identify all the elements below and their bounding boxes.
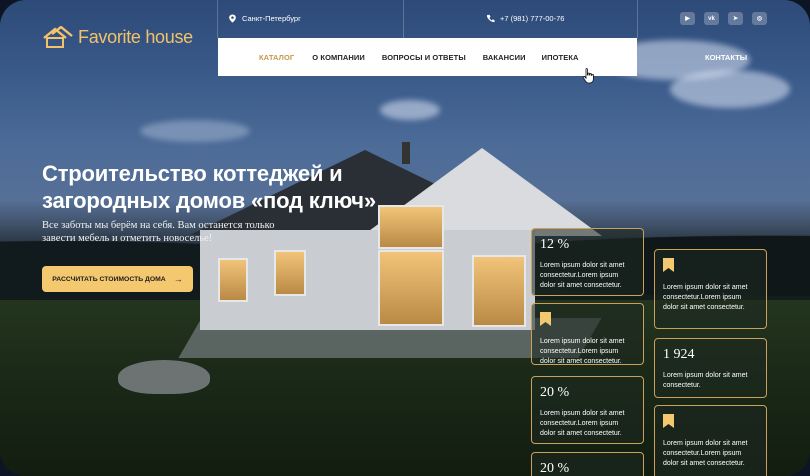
nav-item[interactable]: О компании [312, 53, 365, 62]
house-window [218, 258, 248, 302]
card-text: Lorem ipsum dolor sit amet consectetur. [663, 372, 748, 389]
bookmark-icon [540, 312, 551, 326]
vk-icon[interactable]: vk [704, 12, 719, 25]
feature-card: Lorem ipsum dolor sit amet consectetur.L… [531, 303, 644, 365]
bookmark-icon [663, 258, 674, 272]
feature-card: Lorem ipsum dolor sit amet consectetur.L… [654, 405, 767, 476]
feature-card: Lorem ipsum dolor sit amet consectetur.L… [654, 249, 767, 329]
garden-rock [118, 360, 210, 394]
house-window [472, 255, 526, 327]
house-window [378, 250, 444, 326]
stat-card: 1 924 Lorem ipsum dolor sit amet consecte… [654, 338, 767, 398]
nav-item[interactable]: Вопросы и ответы [382, 53, 466, 62]
card-text: Lorem ipsum dolor sit amet consectetur.L… [540, 262, 625, 289]
stat-value: 20 % [540, 461, 570, 476]
city-label: Санкт-Петербург [242, 14, 301, 23]
phone-icon [486, 14, 495, 23]
bookmark-icon [663, 414, 674, 428]
main-navigation: Каталог О компании Вопросы и ответы Ваканси… [218, 38, 637, 76]
location-pin-icon [229, 14, 236, 23]
card-text: Lorem ipsum dolor sit amet consectetur.L… [663, 284, 748, 311]
card-text: Lorem ipsum dolor sit amet consectetur.L… [663, 440, 748, 467]
phone-number: +7 (981) 777-00-76 [500, 14, 565, 23]
cloud [670, 70, 790, 108]
house-logo-icon [43, 26, 73, 48]
stat-value: 1 924 [663, 347, 695, 362]
hero-subtitle: Все заботы мы берём на себя. Вам останет… [42, 220, 275, 244]
brand-logo[interactable]: Favorite house [42, 26, 193, 48]
stat-value: 12 % [540, 237, 570, 252]
telegram-icon[interactable]: ➤ [728, 12, 743, 25]
landing-page: Favorite house Санкт-Петербург +7 (981) … [0, 0, 810, 476]
stat-card: 20 % Lorem ipsum dolor sit amet consectet… [531, 376, 644, 444]
instagram-icon[interactable]: ◎ [752, 12, 767, 25]
phone-link[interactable]: +7 (981) 777-00-76 [486, 14, 564, 23]
cta-label: Рассчитать стоимость дома [52, 275, 166, 283]
cloud [140, 120, 250, 142]
card-text: Lorem ipsum dolor sit amet consectetur.L… [540, 338, 625, 365]
chimney [402, 142, 410, 164]
youtube-icon[interactable]: ▶ [680, 12, 695, 25]
city-selector[interactable]: Санкт-Петербург [228, 14, 301, 23]
calculate-cost-button[interactable]: Рассчитать стоимость дома → [42, 266, 193, 292]
brand-name: Favorite house [78, 26, 193, 47]
house-window [274, 250, 306, 296]
stat-card: 20 % [531, 452, 644, 476]
nav-list: Каталог О компании Вопросы и ответы Ваканси… [218, 38, 637, 76]
nav-item[interactable]: Каталог [259, 53, 294, 62]
arrow-right-icon: → [173, 274, 183, 284]
mouse-cursor-icon [582, 68, 594, 84]
social-links: ▶ vk ➤ ◎ [680, 12, 767, 25]
header-divider [217, 0, 218, 38]
header-divider [637, 0, 638, 38]
hero-title: Строительство коттеджей и загородных дом… [42, 161, 376, 213]
contacts-link[interactable]: Контакты [705, 53, 747, 62]
nav-item[interactable]: Вакансии [483, 53, 526, 62]
stat-card: 12 % Lorem ipsum dolor sit amet consectet… [531, 228, 644, 296]
nav-item[interactable]: Ипотека [542, 53, 579, 62]
header-logo-area: Favorite house [0, 0, 215, 76]
card-text: Lorem ipsum dolor sit amet consectetur.L… [540, 410, 625, 437]
stat-value: 20 % [540, 385, 570, 400]
header-divider [403, 0, 404, 38]
cloud [380, 100, 440, 120]
house-window [378, 205, 444, 249]
